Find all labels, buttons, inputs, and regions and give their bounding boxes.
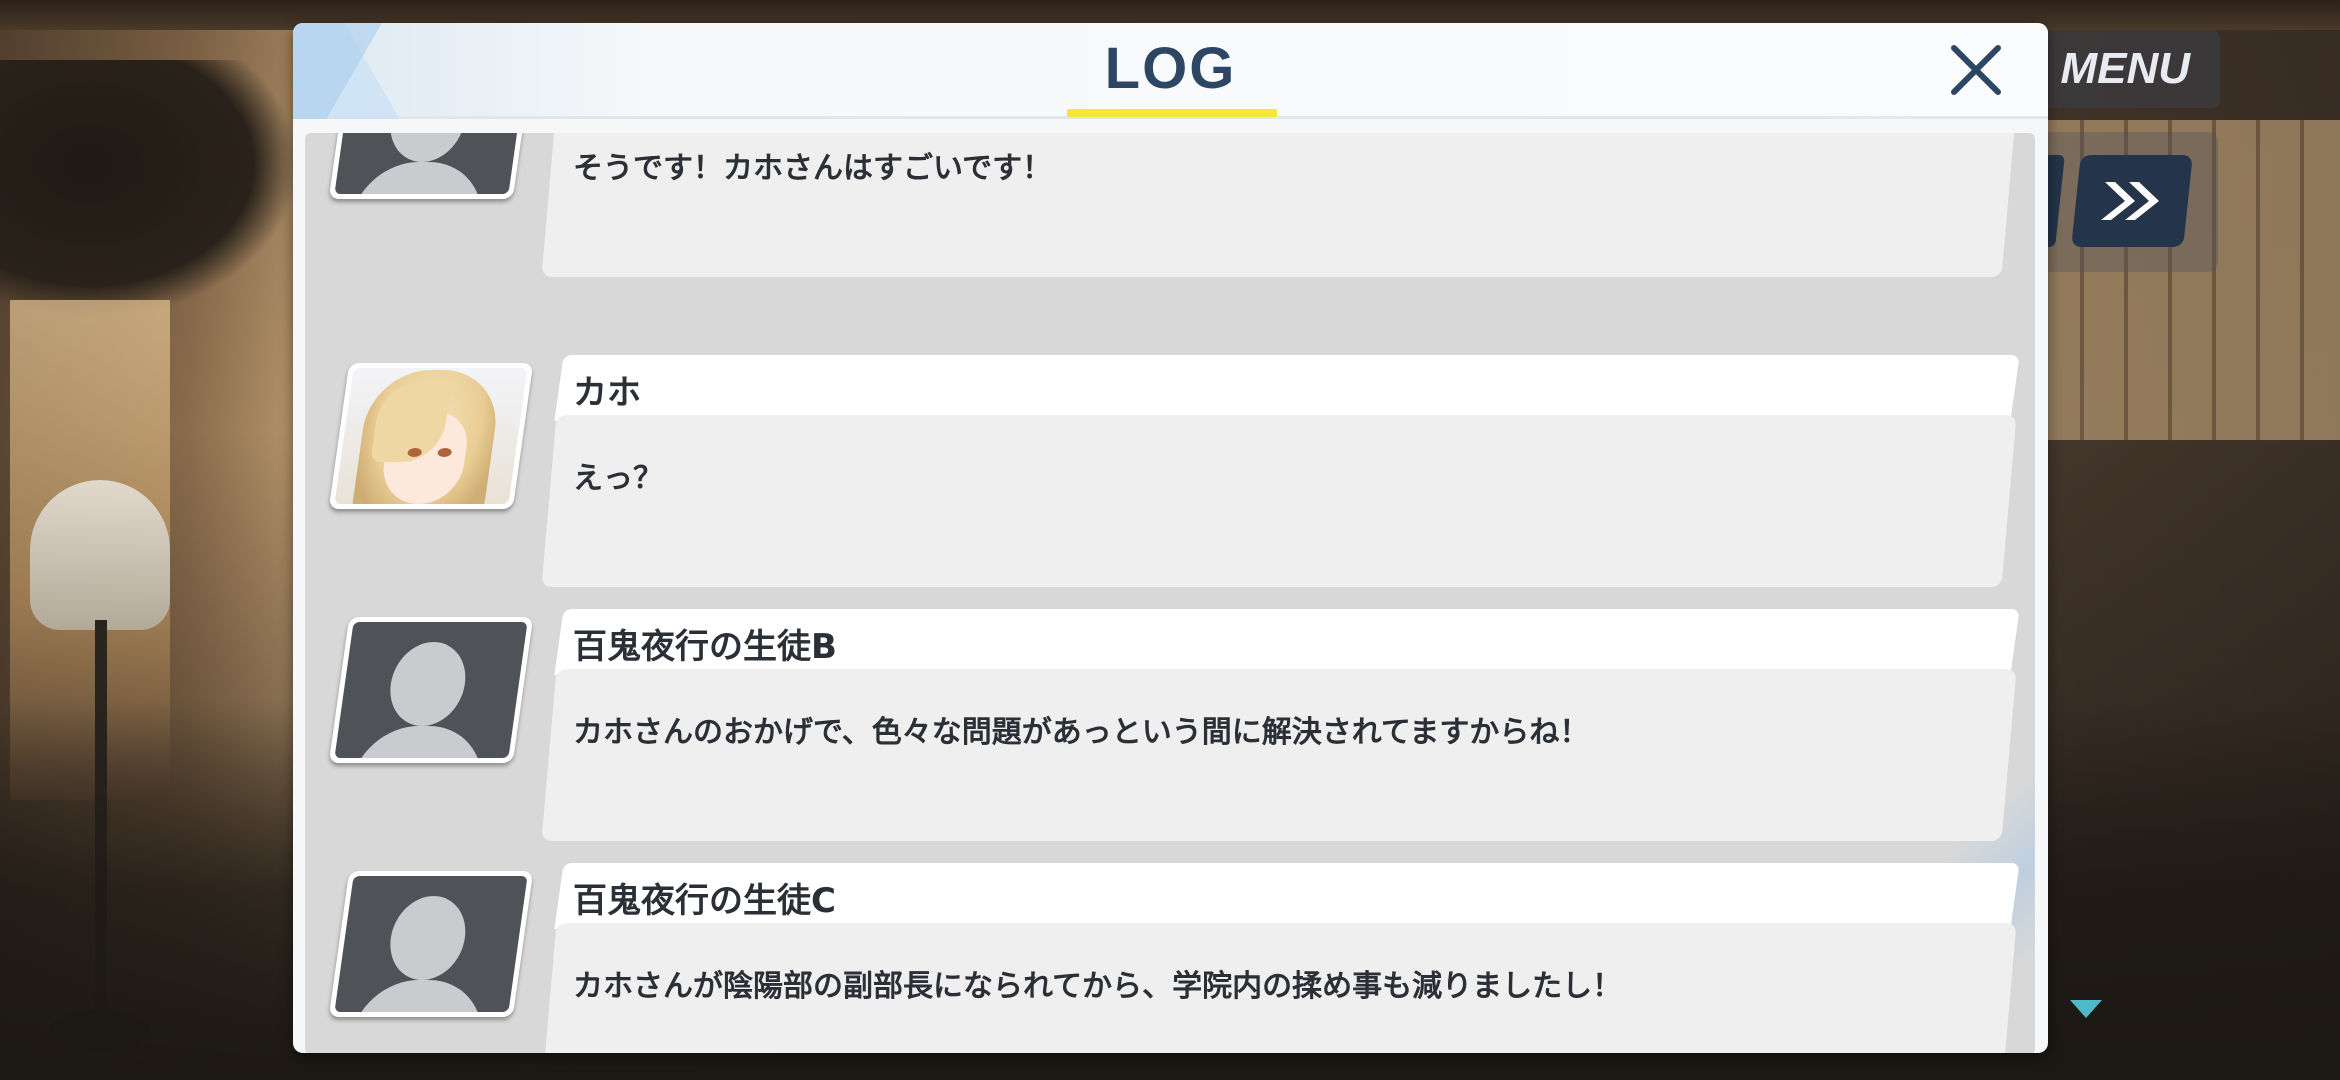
log-entry: カホ えっ？ (305, 355, 2035, 595)
speaker-name: 百鬼夜行の生徒C (573, 881, 836, 921)
triangle-down-icon (2070, 1000, 2102, 1018)
avatar (328, 363, 534, 509)
placeholder-avatar-icon (334, 622, 528, 758)
lamp-shade (30, 480, 170, 630)
avatar (328, 133, 534, 199)
title-underline (1067, 109, 1277, 117)
close-icon (1951, 45, 2001, 95)
fast-forward-button[interactable] (2071, 155, 2193, 247)
message-box (541, 415, 2017, 587)
message-text: カホさんが陰陽部の副部長になられてから、学院内の揉め事も減りましたし！ (573, 969, 1623, 1004)
log-dialog: LOG そうです！カホさんはすごいです！ カホ えっ？ 百鬼夜行の生徒B カホさ… (293, 23, 2048, 1053)
close-button[interactable] (1943, 37, 2009, 103)
avatar (328, 871, 534, 1017)
menu-button[interactable]: MENU (2030, 30, 2220, 108)
log-entry: 百鬼夜行の生徒B カホさんのおかげで、色々な問題があっという間に解決されてますか… (305, 609, 2035, 849)
message-text: えっ？ (573, 461, 663, 496)
log-entry: 百鬼夜行の生徒C カホさんが陰陽部の副部長になられてから、学院内の揉め事も減りま… (305, 863, 2035, 1053)
message-text: そうです！カホさんはすごいです！ (573, 151, 1053, 186)
message-box (541, 669, 2017, 841)
log-entry: そうです！カホさんはすごいです！ (305, 133, 2035, 285)
placeholder-avatar-icon (334, 133, 528, 194)
log-title: LOG (1104, 36, 1237, 101)
message-text: カホさんのおかげで、色々な問題があっという間に解決されてますからね！ (573, 715, 1590, 750)
avatar (328, 617, 534, 763)
pine-tree-painting (0, 60, 300, 320)
speaker-name: カホ (573, 373, 641, 413)
speaker-name: 百鬼夜行の生徒B (573, 627, 837, 667)
fast-forward-icon (2101, 182, 2159, 220)
log-list[interactable]: そうです！カホさんはすごいです！ カホ えっ？ 百鬼夜行の生徒B カホさんのおか… (305, 133, 2035, 1053)
log-header: LOG (293, 23, 2048, 119)
kaho-portrait-icon (334, 368, 528, 504)
name-tab (554, 355, 2020, 421)
placeholder-avatar-icon (334, 876, 528, 1012)
